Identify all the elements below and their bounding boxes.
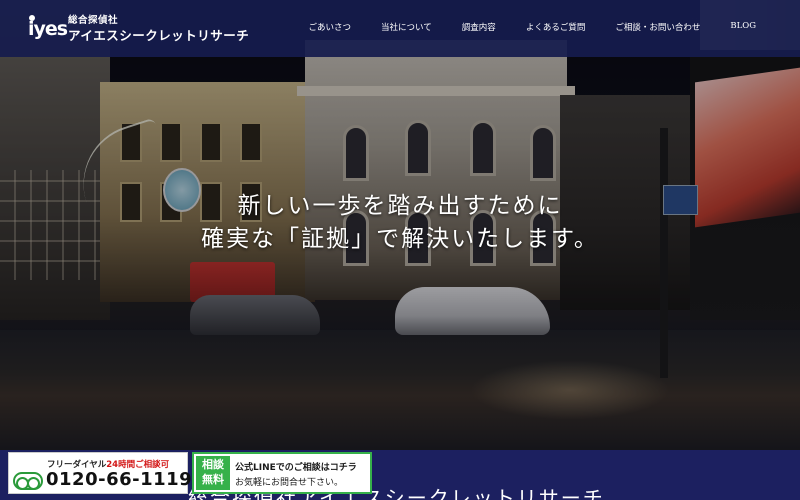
logo-subtitle: 総合探偵社 xyxy=(68,14,119,26)
nav-item-services[interactable]: 調査内容 xyxy=(462,21,496,33)
line-cta-button[interactable]: 相談無料 公式LINEでのご相談はコチラ お気軽にお問合せ下さい。 xyxy=(192,452,372,494)
logo-mark: iyes xyxy=(28,12,68,46)
hero-section: 新しい一歩を踏み出すために 確実な「証拠」で解決いたします。 xyxy=(0,0,800,450)
main-nav: ごあいさつ 当社について 調査内容 よくあるご質問 ご相談・お問い合わせ BLO… xyxy=(309,21,756,33)
nav-item-faq[interactable]: よくあるご質問 xyxy=(526,21,586,33)
nav-item-greeting[interactable]: ごあいさつ xyxy=(309,21,352,33)
hero-headline-1: 新しい一歩を踏み出すために xyxy=(237,193,563,219)
badge-text: 相談無料 xyxy=(202,458,224,486)
logo-company-name: アイエスシークレットリサーチ xyxy=(68,27,250,43)
free-consult-badge: 相談無料 xyxy=(196,456,230,490)
nav-item-contact[interactable]: ご相談・お問い合わせ xyxy=(615,21,700,33)
hero-headline-2: 確実な「証拠」で解決いたします。 xyxy=(201,226,599,252)
site-header: iyes 総合探偵社 アイエスシークレットリサーチ ごあいさつ 当社について 調… xyxy=(0,0,800,57)
nav-item-about[interactable]: 当社について xyxy=(381,21,432,33)
freedial-icon xyxy=(13,472,43,490)
line-cta-subtitle: お気軽にお問合せ下さい。 xyxy=(235,478,344,488)
line-cta-title: 公式LINEでのご相談はコチラ xyxy=(235,463,357,473)
logo-text: 総合探偵社 アイエスシークレットリサーチ xyxy=(68,15,249,44)
phone-cta-button[interactable]: フリーダイヤル24時間ご相談可 0120-66-1119 xyxy=(8,452,192,494)
site-logo[interactable]: iyes 総合探偵社 アイエスシークレットリサーチ xyxy=(28,12,249,46)
phone-number: 0120-66-1119 xyxy=(46,469,193,490)
nav-item-blog[interactable]: BLOG xyxy=(730,21,756,33)
logo-mark-text: iyes xyxy=(28,18,68,40)
hero-copy: 新しい一歩を踏み出すために 確実な「証拠」で解決いたします。 xyxy=(0,190,800,256)
